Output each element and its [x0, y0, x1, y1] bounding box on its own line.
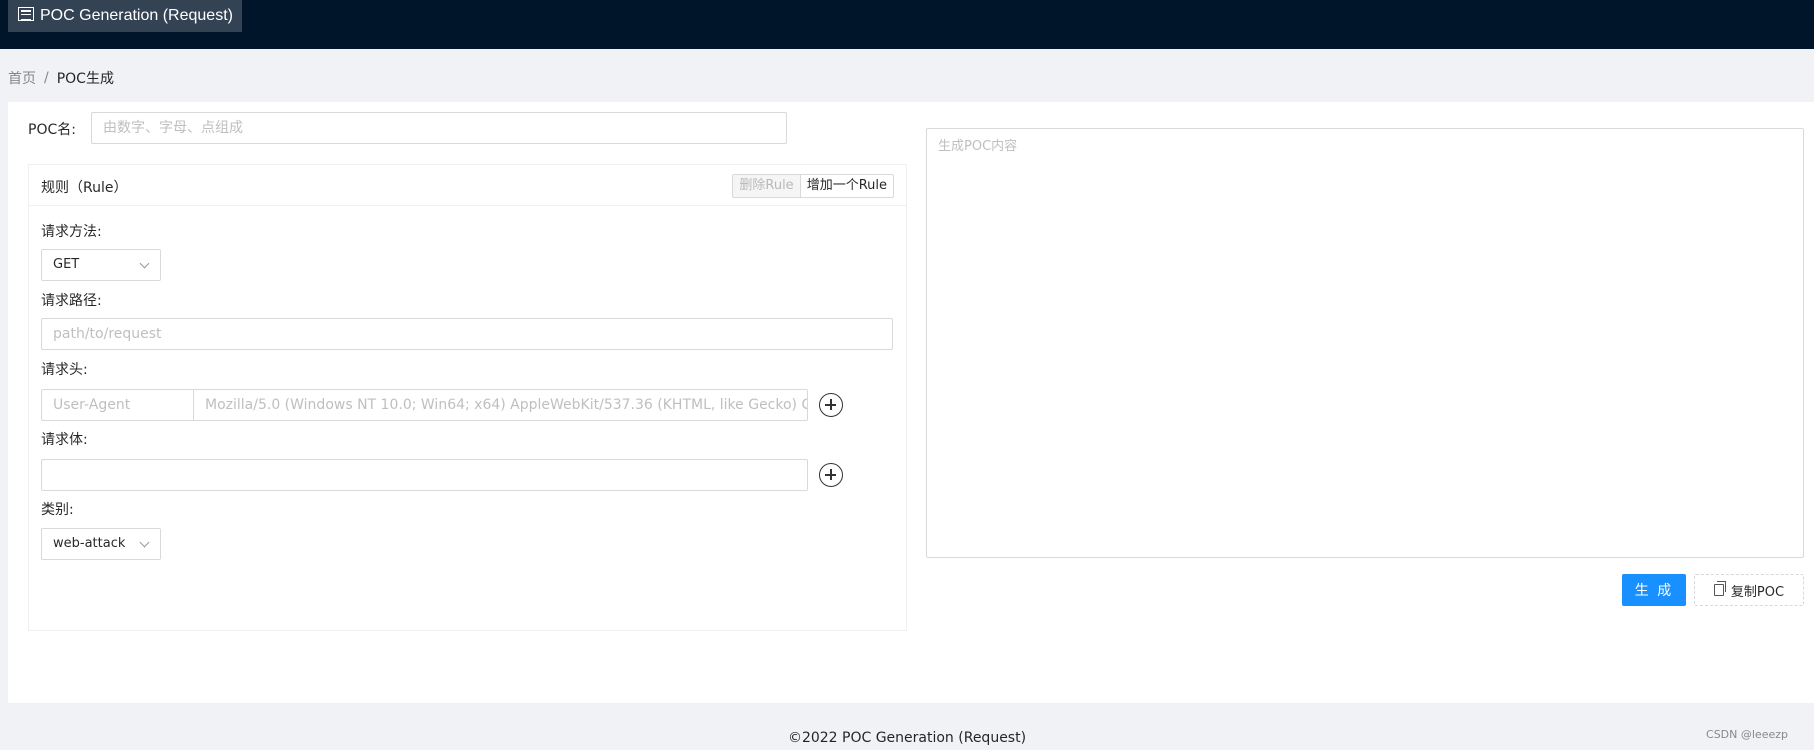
top-header: POC Generation (Request) [0, 0, 1814, 49]
category-select-value: web-attack [53, 536, 126, 551]
rule-card: 规则（Rule） 删除Rule 增加一个Rule 请求方法: GET 请求路径:… [28, 164, 907, 631]
chevron-down-icon [139, 258, 150, 269]
app-logo-icon [18, 7, 34, 21]
method-select-value: GET [53, 257, 80, 272]
breadcrumb-separator: / [44, 70, 49, 86]
chevron-down-icon [139, 537, 150, 548]
category-select[interactable]: web-attack [41, 528, 161, 560]
category-label: 类别: [41, 502, 74, 518]
rule-button-group: 删除Rule 增加一个Rule [732, 174, 894, 198]
method-label: 请求方法: [41, 224, 102, 240]
generate-button[interactable]: 生 成 [1622, 574, 1686, 606]
copy-poc-button[interactable]: 复制POC [1694, 574, 1804, 606]
add-header-plus-icon[interactable] [819, 393, 843, 417]
path-label: 请求路径: [41, 293, 102, 309]
rule-card-title: 规则（Rule） [41, 180, 128, 196]
body-input[interactable] [41, 459, 808, 491]
main-content: POC名: 由数字、字母、点组成 规则（Rule） 删除Rule 增加一个Rul… [8, 102, 1814, 703]
delete-rule-button[interactable]: 删除Rule [732, 174, 801, 198]
app-logo[interactable]: POC Generation (Request) [8, 0, 242, 32]
body-label: 请求体: [41, 432, 88, 448]
path-input[interactable]: path/to/request [41, 318, 893, 350]
method-select[interactable]: GET [41, 249, 161, 281]
app-title: POC Generation (Request) [40, 7, 233, 24]
breadcrumb: 首页 / POC生成 [8, 68, 114, 88]
breadcrumb-current: POC生成 [56, 71, 114, 87]
header-value-input[interactable]: Mozilla/5.0 (Windows NT 10.0; Win64; x64… [193, 389, 808, 421]
rule-card-header: 规则（Rule） 删除Rule 增加一个Rule [29, 165, 906, 206]
headers-label: 请求头: [41, 362, 88, 378]
add-rule-button[interactable]: 增加一个Rule [800, 174, 894, 198]
watermark: CSDN @leeezp [1706, 728, 1788, 741]
breadcrumb-home[interactable]: 首页 [8, 68, 36, 88]
copy-icon [1713, 581, 1726, 596]
header-key-input[interactable]: User-Agent [41, 389, 194, 421]
footer: ©2022 POC Generation (Request) [787, 730, 1027, 746]
poc-name-input[interactable]: 由数字、字母、点组成 [91, 112, 787, 144]
add-body-plus-icon[interactable] [819, 463, 843, 487]
poc-name-label: POC名: [28, 122, 76, 138]
poc-output-textarea[interactable]: 生成POC内容 [926, 128, 1804, 558]
copy-poc-label: 复制POC [1730, 584, 1785, 600]
